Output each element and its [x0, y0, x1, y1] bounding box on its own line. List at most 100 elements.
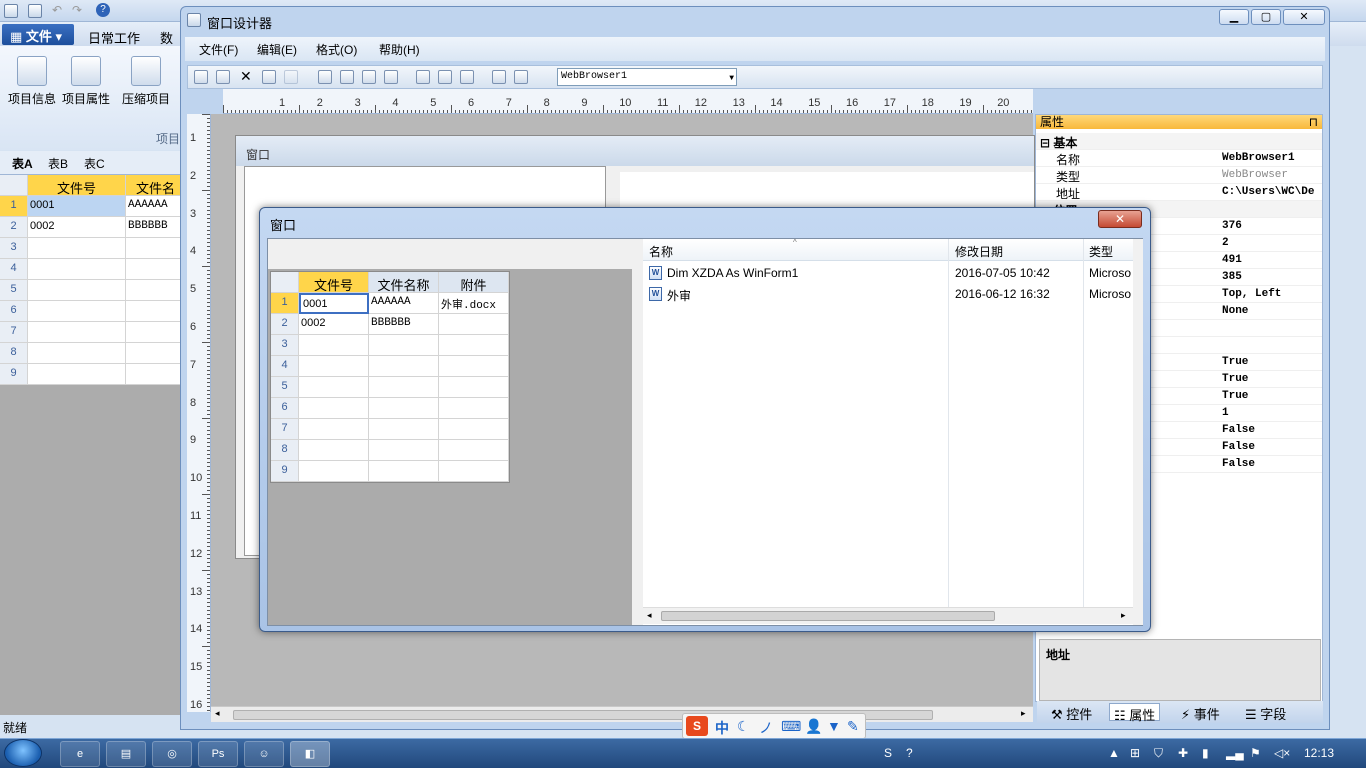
sheet-tab-a[interactable]: 表A: [12, 155, 33, 172]
menu-help[interactable]: 帮助(H): [379, 41, 420, 58]
table-cell[interactable]: [299, 335, 369, 356]
file-row[interactable]: W 外审 2016-06-12 16:32 Microso: [647, 286, 1133, 306]
row-header[interactable]: 5: [271, 377, 299, 398]
ime-punctuation[interactable]: ノ: [759, 718, 773, 738]
network-icon[interactable]: ▂▄: [1226, 746, 1244, 760]
grid-corner[interactable]: [271, 272, 299, 293]
column-name[interactable]: 名称: [649, 243, 673, 260]
property-value[interactable]: Top, Left: [1222, 288, 1322, 300]
table-cell[interactable]: 0001: [299, 293, 369, 314]
table-cell[interactable]: [369, 440, 439, 461]
scroll-left-icon[interactable]: ◂: [647, 610, 652, 621]
property-value[interactable]: 491: [1222, 254, 1322, 266]
ie-icon[interactable]: e: [60, 741, 100, 767]
preview-close-button[interactable]: ✕: [1098, 210, 1142, 228]
table-cell[interactable]: [28, 364, 126, 385]
row-header[interactable]: 3: [271, 335, 299, 356]
align-left-icon[interactable]: [318, 70, 332, 84]
flag-icon[interactable]: ⚑: [1250, 746, 1261, 760]
table-cell[interactable]: AAAAAA: [126, 196, 186, 217]
row-header[interactable]: 5: [0, 280, 28, 301]
save-icon[interactable]: [28, 4, 42, 18]
column-modified-date[interactable]: 修改日期: [955, 243, 1003, 260]
property-row[interactable]: ⊟ 基本: [1036, 133, 1322, 150]
table-cell[interactable]: BBBBBB: [369, 314, 439, 335]
property-value[interactable]: 376: [1222, 220, 1322, 232]
menu-file[interactable]: 文件(F): [199, 41, 238, 58]
save-icon[interactable]: [194, 70, 208, 84]
column-header[interactable]: 文件名: [126, 175, 186, 196]
tray-plus-icon[interactable]: ✚: [1178, 746, 1188, 760]
clock[interactable]: 12:13: [1304, 746, 1334, 760]
table-cell[interactable]: 0002: [28, 217, 126, 238]
volume-icon[interactable]: ◁×: [1274, 746, 1290, 760]
table-cell[interactable]: [439, 419, 509, 440]
table-cell[interactable]: 0001: [28, 196, 126, 217]
control-selector-dropdown[interactable]: WebBrowser1 ▼: [557, 68, 737, 86]
property-value[interactable]: True: [1222, 390, 1322, 402]
file-menu-button[interactable]: ▦ 文件 ▾: [2, 24, 74, 45]
webbrowser-file-list[interactable]: 名称 ^ 修改日期 类型 W Dim XZDA As WinForm1 2016-0…: [643, 238, 1143, 625]
table-cell[interactable]: [439, 377, 509, 398]
property-value[interactable]: True: [1222, 373, 1322, 385]
table-cell[interactable]: [126, 259, 186, 280]
tab-events[interactable]: ⚡ 事件: [1177, 703, 1224, 722]
table-cell[interactable]: [126, 280, 186, 301]
row-header[interactable]: 2: [0, 217, 28, 238]
table-cell[interactable]: [369, 461, 439, 482]
same-size-icon[interactable]: [460, 70, 474, 84]
tab-data[interactable]: 数: [160, 28, 173, 47]
table-cell[interactable]: [369, 356, 439, 377]
table-cell[interactable]: [28, 322, 126, 343]
align-right-icon[interactable]: [340, 70, 354, 84]
help-icon[interactable]: ?: [96, 3, 110, 17]
table-cell[interactable]: [28, 280, 126, 301]
close-button[interactable]: ✕: [1283, 9, 1325, 25]
property-value[interactable]: False: [1222, 424, 1322, 436]
table-cell[interactable]: [28, 259, 126, 280]
table-cell[interactable]: 外审.docx: [439, 293, 509, 314]
property-value[interactable]: C:\Users\WC\De: [1222, 186, 1322, 198]
menu-edit[interactable]: 编辑(E): [257, 41, 297, 58]
row-header[interactable]: 8: [271, 440, 299, 461]
row-header[interactable]: 1: [271, 293, 299, 314]
same-width-icon[interactable]: [416, 70, 430, 84]
property-value[interactable]: True: [1222, 356, 1322, 368]
property-row[interactable]: 名称 WebBrowser1: [1036, 150, 1322, 167]
tab-daily-work[interactable]: 日常工作: [88, 28, 140, 47]
project-info-button[interactable]: 项目信息: [4, 56, 60, 107]
row-header[interactable]: 4: [0, 259, 28, 280]
property-value[interactable]: False: [1222, 458, 1322, 470]
start-button[interactable]: [4, 739, 42, 767]
photoshop-icon[interactable]: Ps: [198, 741, 238, 767]
scroll-right-icon[interactable]: ▸: [1021, 708, 1026, 719]
row-header[interactable]: 6: [0, 301, 28, 322]
table-cell[interactable]: 0002: [299, 314, 369, 335]
tab-controls[interactable]: ⚒ 控件: [1047, 703, 1096, 722]
table-cell[interactable]: [299, 356, 369, 377]
property-row[interactable]: 类型 WebBrowser: [1036, 167, 1322, 184]
same-height-icon[interactable]: [438, 70, 452, 84]
table-cell[interactable]: [299, 377, 369, 398]
explorer-icon[interactable]: ▤: [106, 741, 146, 767]
table-cell[interactable]: [439, 314, 509, 335]
sogou-ime-icon[interactable]: S: [686, 716, 708, 736]
tab-properties[interactable]: ☷ 属性: [1109, 703, 1161, 723]
horizontal-spacing-icon[interactable]: [514, 70, 528, 84]
property-row[interactable]: 地址 C:\Users\WC\De: [1036, 184, 1322, 201]
row-header[interactable]: 8: [0, 343, 28, 364]
canvas-horizontal-scrollbar[interactable]: ◂ ▸: [211, 706, 1033, 722]
table-cell[interactable]: AAAAAA: [369, 293, 439, 314]
row-header[interactable]: 3: [0, 238, 28, 259]
align-top-icon[interactable]: [362, 70, 376, 84]
tab-order-icon[interactable]: [216, 70, 230, 84]
column-header[interactable]: 文件号: [299, 272, 369, 293]
copy-icon[interactable]: [262, 70, 276, 84]
align-bottom-icon[interactable]: [384, 70, 398, 84]
pin-icon[interactable]: ⊓: [1309, 115, 1318, 129]
table-cell[interactable]: [369, 335, 439, 356]
row-header[interactable]: 6: [271, 398, 299, 419]
table-cell[interactable]: [299, 419, 369, 440]
help-tray-icon[interactable]: ?: [906, 746, 913, 760]
table-cell[interactable]: [439, 398, 509, 419]
